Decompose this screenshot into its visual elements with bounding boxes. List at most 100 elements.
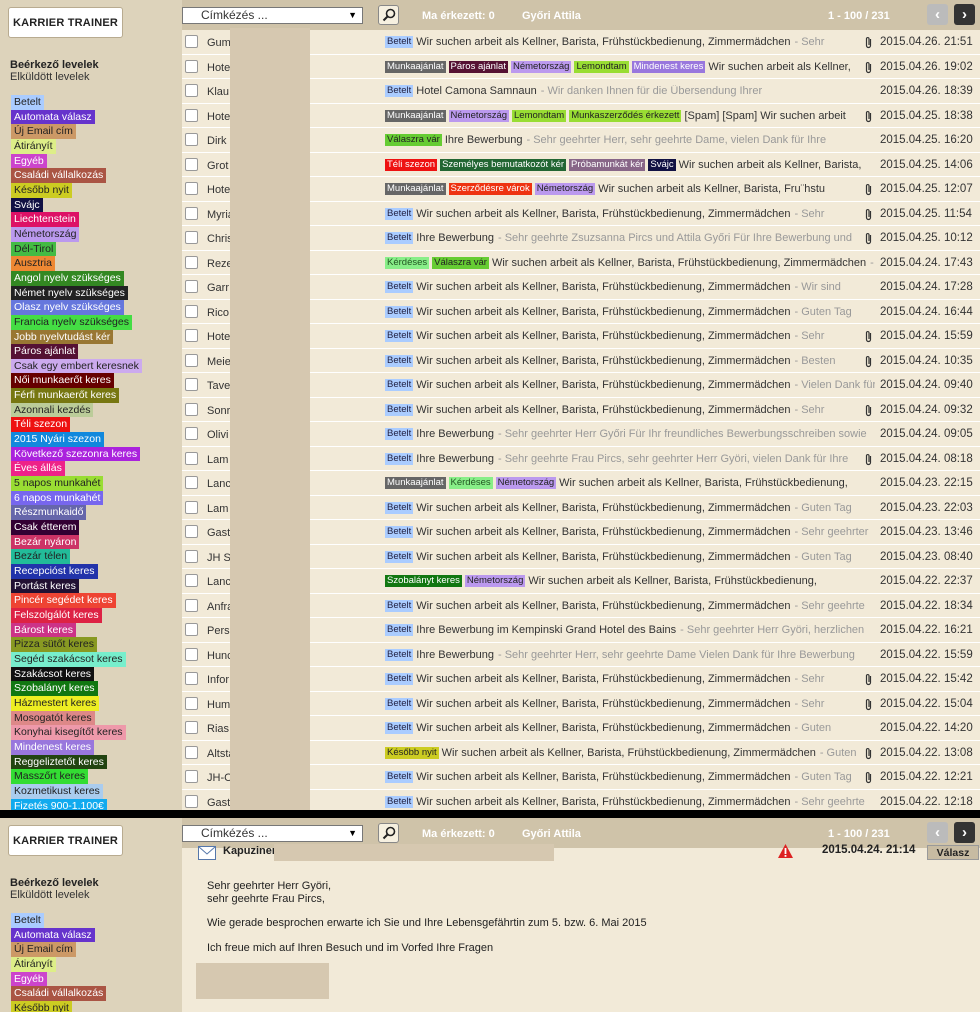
- label-31[interactable]: Bezár télen: [11, 549, 71, 564]
- label-26[interactable]: 5 napos munkahét: [11, 476, 104, 491]
- label-23[interactable]: 2015 Nyári szezon: [11, 432, 104, 447]
- row-checkbox[interactable]: [185, 378, 198, 391]
- label-47[interactable]: Kozmetikust keres: [11, 783, 103, 799]
- row-checkbox[interactable]: [185, 696, 198, 710]
- label-28[interactable]: Részmunkaidő: [11, 505, 87, 521]
- row-checkbox[interactable]: [185, 794, 198, 808]
- label-11[interactable]: Ausztria: [11, 256, 55, 271]
- search-button[interactable]: [378, 5, 399, 25]
- label-select[interactable]: Címkézés ... ▼: [182, 7, 363, 24]
- label-12[interactable]: Angol nyelv szükséges: [11, 270, 124, 286]
- label-43[interactable]: Konyhai kisegítőt keres: [11, 725, 126, 740]
- nav-inbox[interactable]: Beérkező levelek: [10, 877, 99, 889]
- nav-sent[interactable]: Elküldött levelek: [10, 889, 90, 901]
- row-checkbox[interactable]: [185, 108, 198, 122]
- row-checkbox[interactable]: [185, 231, 198, 244]
- row-checkbox[interactable]: [185, 59, 198, 73]
- row-checkbox[interactable]: [185, 745, 198, 759]
- label-27[interactable]: 6 napos munkahét: [11, 490, 104, 506]
- label-48[interactable]: Fizetés 900-1.100€: [11, 798, 107, 810]
- label-0[interactable]: Betelt: [11, 95, 44, 110]
- label-10[interactable]: Dél-Tirol: [11, 241, 57, 257]
- email-date: 2015.04.24. 09:32: [880, 403, 973, 416]
- label-40[interactable]: Szobalányt keres: [11, 681, 98, 696]
- label-6[interactable]: Később nyit: [11, 182, 72, 198]
- label-42[interactable]: Mosogatót keres: [11, 710, 95, 726]
- reply-button[interactable]: Válasz: [927, 845, 979, 860]
- label-24[interactable]: Következő szezonra keres: [11, 446, 141, 462]
- label-33[interactable]: Portást keres: [11, 578, 79, 594]
- row-checkbox[interactable]: [185, 280, 198, 293]
- row-checkbox[interactable]: [185, 574, 198, 587]
- row-checkbox[interactable]: [185, 721, 198, 734]
- label-34[interactable]: Pincér segédet keres: [11, 593, 116, 608]
- label-25[interactable]: Éves állás: [11, 461, 65, 477]
- label-17[interactable]: Páros ajánlat: [11, 344, 79, 359]
- row-checkbox[interactable]: [185, 525, 198, 538]
- label-5[interactable]: Családi vállalkozás: [11, 168, 107, 183]
- label-20[interactable]: Férfi munkaerőt keres: [11, 388, 120, 403]
- label-1[interactable]: Automata válasz: [11, 927, 95, 943]
- label-4[interactable]: Egyéb: [11, 971, 47, 987]
- row-checkbox[interactable]: [185, 353, 198, 367]
- label-4[interactable]: Egyéb: [11, 153, 47, 169]
- label-21[interactable]: Azonnali kezdés: [11, 402, 94, 418]
- label-18[interactable]: Csak egy embert keresnek: [11, 358, 142, 374]
- label-37[interactable]: Pizza sütőt keres: [11, 637, 97, 652]
- row-checkbox[interactable]: [185, 427, 198, 440]
- row-checkbox[interactable]: [185, 549, 198, 563]
- label-29[interactable]: Csak étterem: [11, 520, 80, 535]
- label-41[interactable]: Házmestert keres: [11, 695, 100, 711]
- row-checkbox[interactable]: [185, 476, 198, 489]
- row-checkbox[interactable]: [185, 182, 198, 195]
- label-46[interactable]: Masszőrt keres: [11, 769, 89, 784]
- label-9[interactable]: Németország: [11, 226, 80, 242]
- label-22[interactable]: Téli szezon: [11, 417, 71, 433]
- label-15[interactable]: Francia nyelv szükséges: [11, 314, 132, 330]
- row-checkbox[interactable]: [185, 84, 198, 97]
- label-1[interactable]: Automata válasz: [11, 109, 95, 125]
- label-5[interactable]: Családi vállalkozás: [11, 986, 107, 1001]
- label-7[interactable]: Svájc: [11, 197, 43, 213]
- row-checkbox[interactable]: [185, 206, 198, 220]
- label-2[interactable]: Új Email cím: [11, 124, 76, 139]
- label-36[interactable]: Bárost keres: [11, 622, 76, 638]
- label-38[interactable]: Segéd szakácsot keres: [11, 651, 126, 667]
- label-39[interactable]: Szakácsot keres: [11, 666, 95, 682]
- label-45[interactable]: Reggeliztetőt keres: [11, 754, 107, 770]
- row-checkbox[interactable]: [185, 451, 198, 465]
- row-checkbox[interactable]: [185, 500, 198, 514]
- row-checkbox[interactable]: [185, 157, 198, 171]
- label-8[interactable]: Liechtenstein: [11, 212, 79, 227]
- label-14[interactable]: Olasz nyelv szükséges: [11, 300, 124, 315]
- row-checkbox[interactable]: [185, 647, 198, 661]
- brand-button[interactable]: KARRIER TRAINER: [8, 825, 123, 856]
- next-page-button[interactable]: ›: [954, 4, 975, 25]
- row-checkbox[interactable]: [185, 598, 198, 612]
- row-checkbox[interactable]: [185, 133, 198, 146]
- nav-inbox[interactable]: Beérkező levelek: [10, 59, 99, 71]
- label-3[interactable]: Átirányít: [11, 138, 56, 154]
- nav-sent[interactable]: Elküldött levelek: [10, 71, 90, 83]
- row-checkbox[interactable]: [185, 770, 198, 783]
- row-checkbox[interactable]: [185, 402, 198, 416]
- label-6[interactable]: Később nyit: [11, 1000, 72, 1012]
- prev-page-button[interactable]: ‹: [927, 4, 948, 25]
- label-0[interactable]: Betelt: [11, 913, 44, 928]
- label-3[interactable]: Átirányít: [11, 956, 56, 972]
- label-30[interactable]: Bezár nyáron: [11, 534, 80, 550]
- brand-button[interactable]: KARRIER TRAINER: [8, 7, 123, 38]
- row-checkbox[interactable]: [185, 623, 198, 636]
- row-checkbox[interactable]: [185, 329, 198, 342]
- label-44[interactable]: Mindenest keres: [11, 739, 95, 755]
- label-19[interactable]: Női munkaerőt keres: [11, 373, 114, 389]
- label-16[interactable]: Jobb nyelvtudást kér: [11, 329, 114, 345]
- row-checkbox[interactable]: [185, 255, 198, 269]
- row-checkbox[interactable]: [185, 672, 198, 685]
- label-35[interactable]: Felszolgálót keres: [11, 607, 102, 623]
- label-32[interactable]: Recepcióst keres: [11, 564, 98, 579]
- row-checkbox[interactable]: [185, 304, 198, 318]
- row-checkbox[interactable]: [185, 35, 198, 48]
- label-13[interactable]: Német nyelv szükséges: [11, 285, 128, 301]
- label-2[interactable]: Új Email cím: [11, 942, 76, 957]
